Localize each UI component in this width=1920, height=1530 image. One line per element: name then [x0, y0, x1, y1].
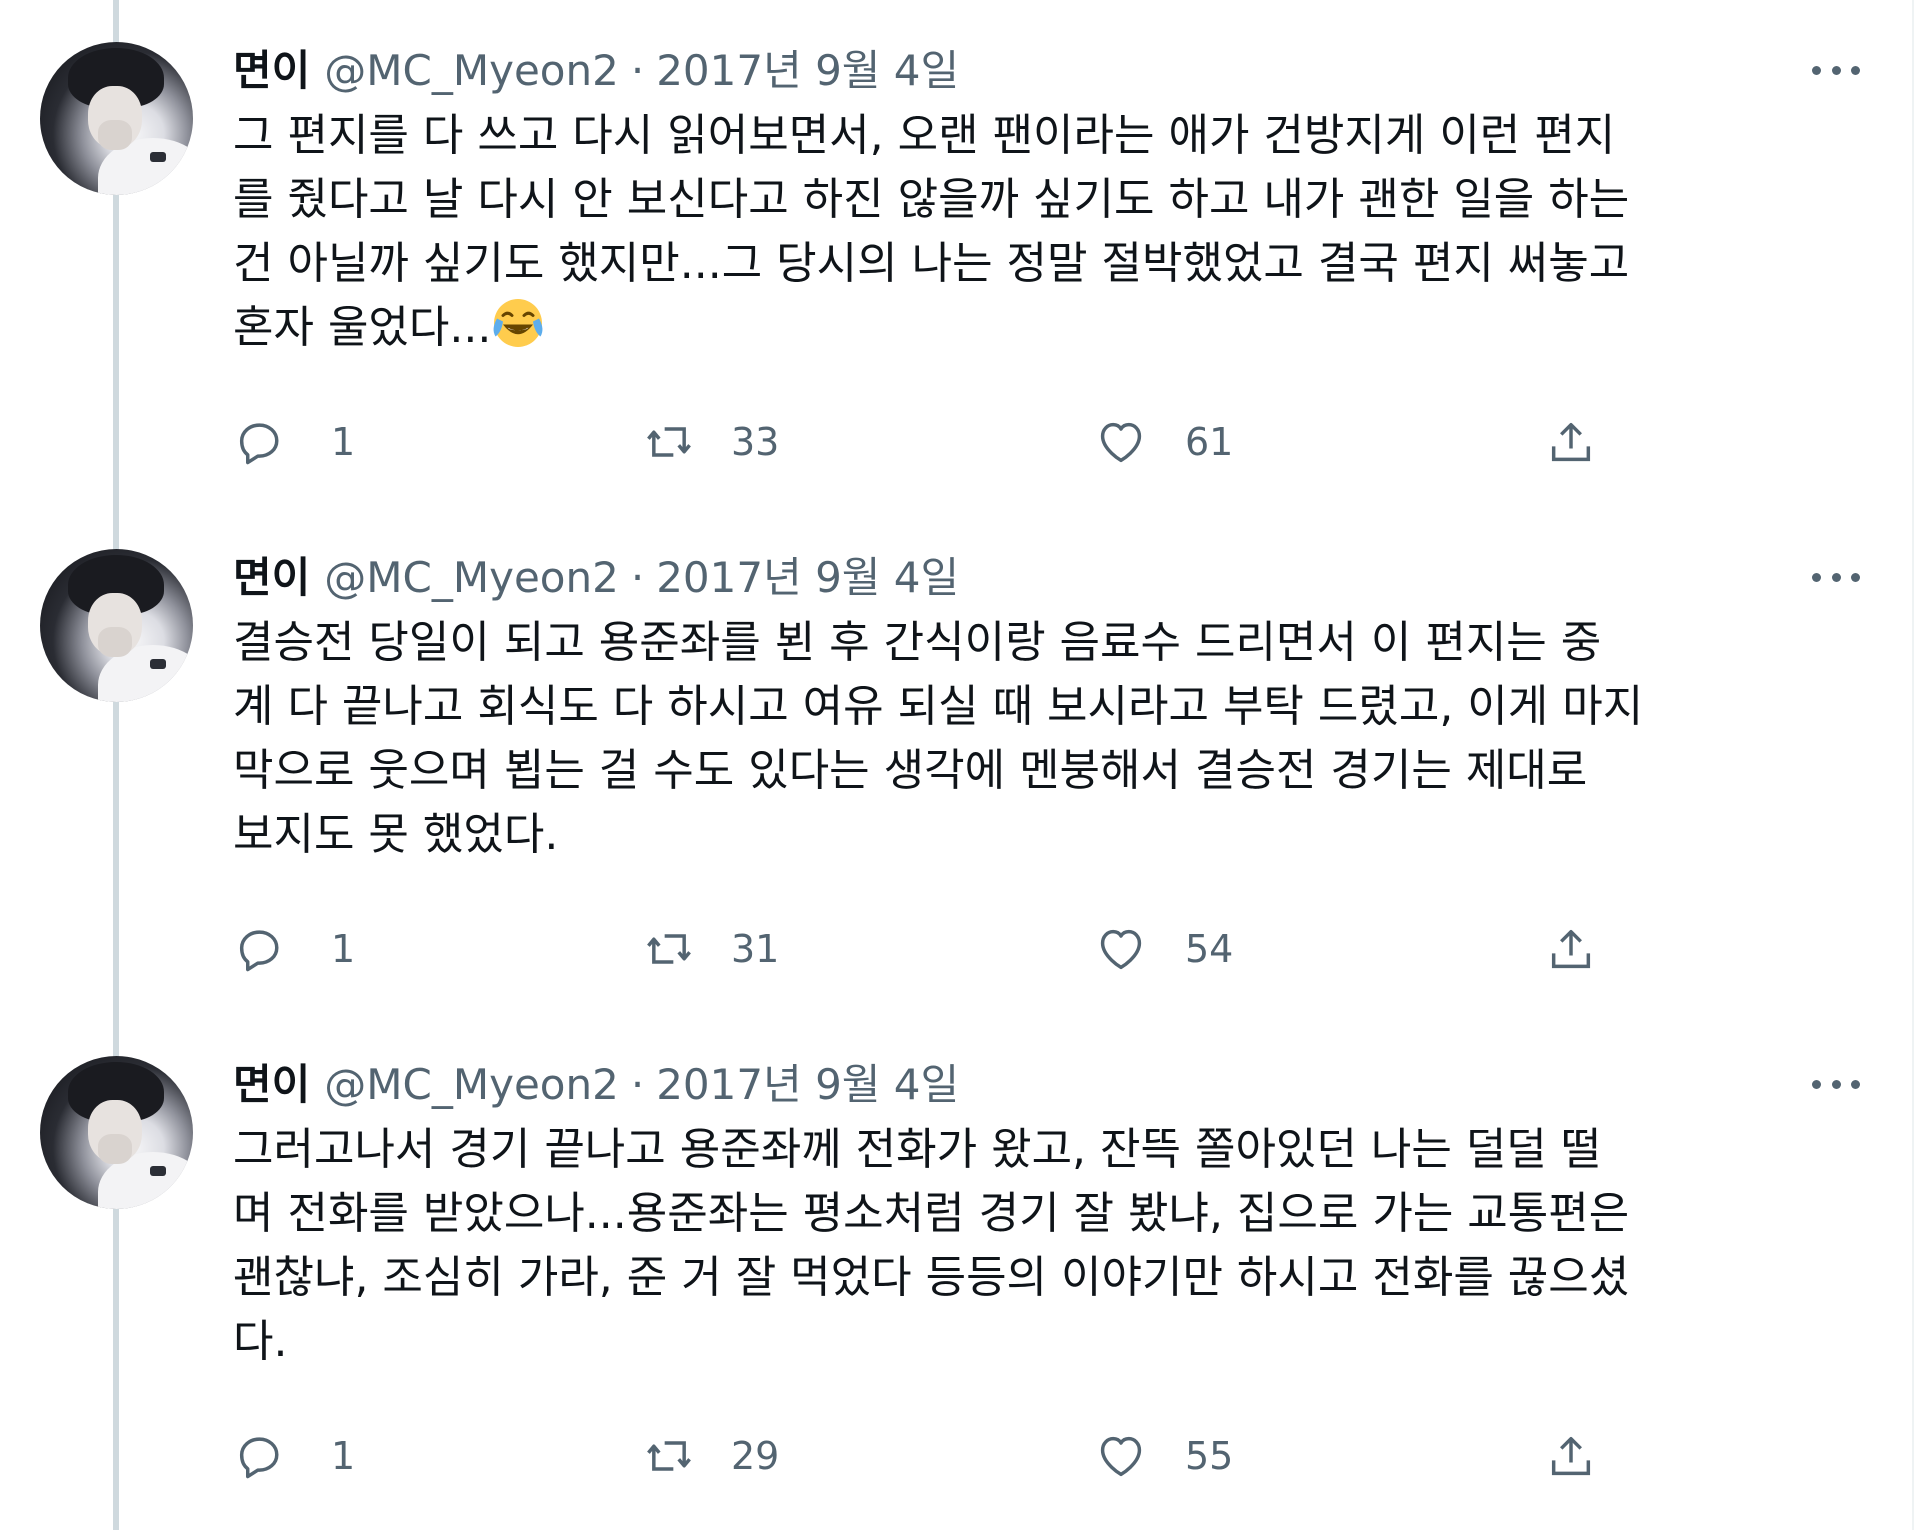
- retweet-icon: [647, 1441, 691, 1471]
- reply-button[interactable]: 1: [233, 917, 355, 981]
- reply-count: 1: [331, 1434, 356, 1478]
- share-icon: [1551, 929, 1591, 969]
- tweet-thread: 면이 @MC_Myeon2 · 2017년 9월 4일 그 편지를 다 쓰고 다…: [0, 0, 1920, 1530]
- reply-icon: [239, 930, 279, 972]
- tweet-header: 면이 @MC_Myeon2 · 2017년 9월 4일: [233, 545, 959, 611]
- author-handle[interactable]: @MC_Myeon2: [324, 1052, 619, 1118]
- heart-icon: [1100, 422, 1142, 463]
- tweet[interactable]: 면이 @MC_Myeon2 · 2017년 9월 4일 그러고나서 경기 끝나고…: [0, 1014, 1920, 1519]
- retweet-count: 29: [731, 1434, 780, 1478]
- like-button[interactable]: 55: [1095, 1424, 1233, 1488]
- like-button[interactable]: 61: [1095, 410, 1233, 474]
- retweet-count: 33: [731, 420, 780, 464]
- tweet-actions: 1 33 61: [233, 410, 1633, 474]
- avatar[interactable]: [40, 1056, 193, 1209]
- share-button[interactable]: [1545, 1424, 1597, 1488]
- like-count: 61: [1185, 420, 1234, 464]
- face-with-tears-of-joy-icon: [493, 299, 543, 347]
- avatar[interactable]: [40, 42, 193, 195]
- retweet-button[interactable]: 29: [643, 1424, 779, 1488]
- tweet[interactable]: 면이 @MC_Myeon2 · 2017년 9월 4일 결승전 당일이 되고 용…: [0, 507, 1920, 1012]
- reply-button[interactable]: 1: [233, 410, 355, 474]
- tweet-actions: 1 29 55: [233, 1424, 1633, 1488]
- author-name[interactable]: 면이: [233, 545, 310, 611]
- heart-icon: [1100, 929, 1142, 970]
- share-button[interactable]: [1545, 410, 1597, 474]
- tweet-header: 면이 @MC_Myeon2 · 2017년 9월 4일: [233, 1052, 959, 1118]
- share-button[interactable]: [1545, 917, 1597, 981]
- reply-icon: [239, 1437, 279, 1479]
- more-icon[interactable]: [1812, 557, 1860, 597]
- more-icon[interactable]: [1812, 50, 1860, 90]
- right-divider: [1912, 0, 1914, 1530]
- retweet-count: 31: [731, 927, 780, 971]
- tweet-date[interactable]: 2017년 9월 4일: [656, 545, 959, 611]
- retweet-icon: [647, 934, 691, 964]
- header-separator: ·: [630, 553, 645, 602]
- retweet-button[interactable]: 33: [643, 410, 779, 474]
- like-count: 54: [1185, 927, 1234, 971]
- author-handle[interactable]: @MC_Myeon2: [324, 38, 619, 104]
- tweet-date[interactable]: 2017년 9월 4일: [656, 1052, 959, 1118]
- author-handle[interactable]: @MC_Myeon2: [324, 545, 619, 611]
- heart-icon: [1100, 1436, 1142, 1477]
- reply-icon: [239, 423, 279, 465]
- tweet-text: 그 편지를 다 쓰고 다시 읽어보면서, 오랜 팬이라는 애가 건방지게 이런 …: [233, 104, 1873, 360]
- header-separator: ·: [630, 1060, 645, 1109]
- header-separator: ·: [630, 46, 645, 95]
- avatar[interactable]: [40, 549, 193, 702]
- retweet-icon: [647, 427, 691, 457]
- tweet-text: 그러고나서 경기 끝나고 용준좌께 전화가 왔고, 잔뜩 쫄아있던 나는 덜덜 …: [233, 1124, 1630, 1367]
- tweet-text-content: 그 편지를 다 쓰고 다시 읽어보면서, 오랜 팬이라는 애가 건방지게 이런 …: [233, 110, 1630, 353]
- tweet-date[interactable]: 2017년 9월 4일: [656, 38, 959, 104]
- tweet-actions: 1 31 54: [233, 917, 1633, 981]
- reply-button[interactable]: 1: [233, 1424, 355, 1488]
- author-name[interactable]: 면이: [233, 38, 310, 104]
- share-icon: [1551, 422, 1591, 462]
- tweet-header: 면이 @MC_Myeon2 · 2017년 9월 4일: [233, 38, 959, 104]
- reply-count: 1: [331, 420, 356, 464]
- reply-count: 1: [331, 927, 356, 971]
- tweet[interactable]: 면이 @MC_Myeon2 · 2017년 9월 4일 그 편지를 다 쓰고 다…: [0, 0, 1920, 505]
- more-icon[interactable]: [1812, 1064, 1860, 1104]
- like-count: 55: [1185, 1434, 1234, 1478]
- tweet-text: 결승전 당일이 되고 용준좌를 뵌 후 간식이랑 음료수 드리면서 이 편지는 …: [233, 617, 1644, 860]
- author-name[interactable]: 면이: [233, 1052, 310, 1118]
- share-icon: [1551, 1436, 1591, 1476]
- retweet-button[interactable]: 31: [643, 917, 779, 981]
- like-button[interactable]: 54: [1095, 917, 1233, 981]
